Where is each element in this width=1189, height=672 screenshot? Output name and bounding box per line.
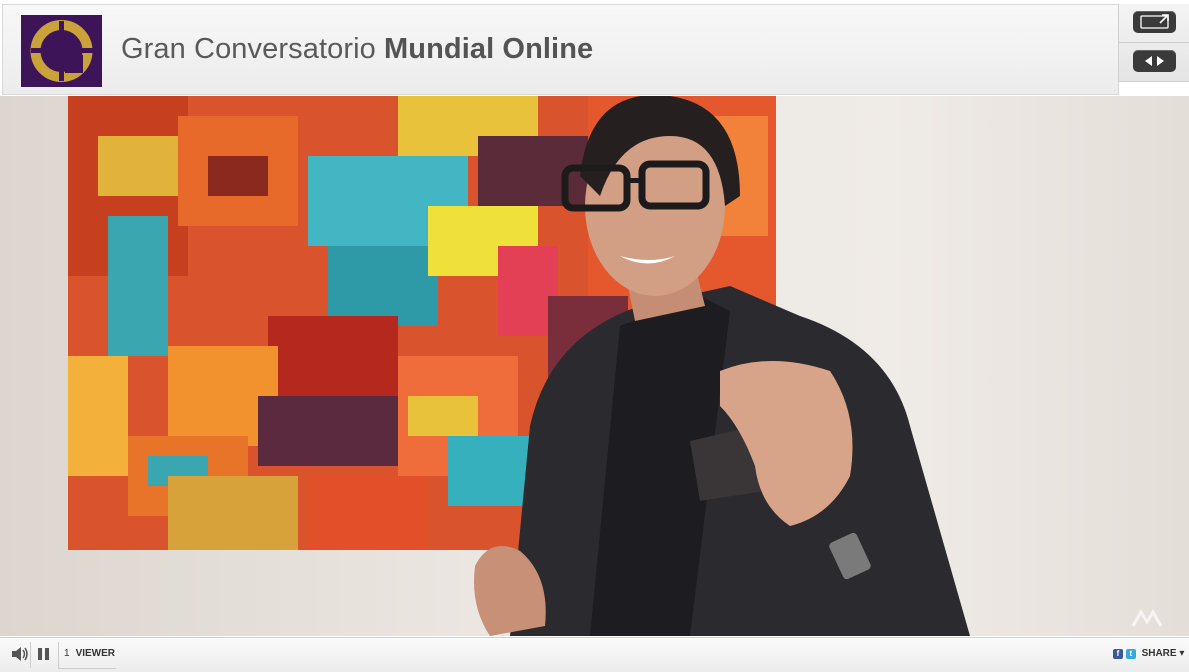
viewer-underline [58, 668, 116, 669]
player-bottom-bar: 1 VIEWER f t SHARE ▾ [0, 637, 1189, 672]
page-title: Gran Conversatorio Mundial Online [121, 33, 593, 66]
share-label[interactable]: SHARE [1142, 648, 1177, 659]
control-divider [1119, 42, 1189, 43]
pause-button[interactable] [34, 644, 54, 664]
divider [30, 642, 31, 668]
chevron-down-icon: ▾ [1179, 648, 1185, 660]
speaker-icon [12, 647, 28, 661]
title-regular: Gran Conversatorio [121, 33, 376, 65]
video-player[interactable] [0, 96, 1189, 636]
facebook-icon[interactable]: f [1113, 648, 1123, 659]
expand-button[interactable] [1133, 11, 1176, 33]
channel-logo [21, 15, 102, 87]
viewer-count: 1 VIEWER [64, 648, 115, 659]
expand-icon [1140, 14, 1169, 29]
stream-watermark-icon [1131, 609, 1163, 627]
title-bold: Mundial Online [384, 33, 594, 65]
pause-icon [38, 648, 49, 660]
player-control-panel [1118, 4, 1189, 82]
header-bar: Gran Conversatorio Mundial Online [2, 4, 1119, 95]
share-menu[interactable]: f t SHARE ▾ [1113, 648, 1184, 659]
volume-button[interactable] [10, 644, 30, 664]
viewer-count-number: 1 [64, 648, 70, 659]
presenter-figure [474, 96, 970, 636]
divider [58, 642, 59, 668]
twitter-icon[interactable]: t [1125, 648, 1136, 659]
logo-ring-icon [30, 20, 93, 82]
arrows-left-right-icon [1145, 56, 1164, 66]
viewer-count-label: VIEWER [75, 648, 116, 659]
previous-next-button[interactable] [1133, 50, 1176, 72]
